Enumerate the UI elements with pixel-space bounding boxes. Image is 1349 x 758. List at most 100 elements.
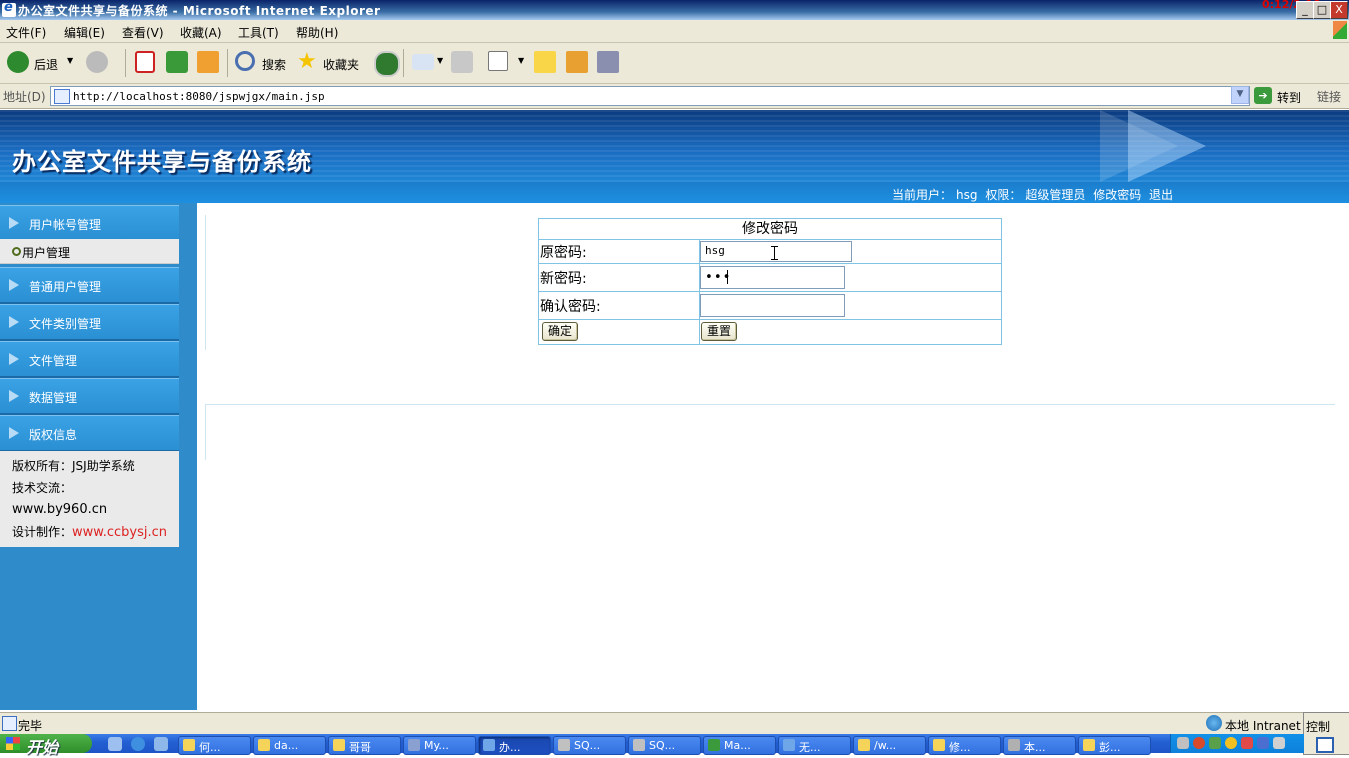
task-icon: [708, 739, 720, 751]
taskbar-button[interactable]: 修...: [928, 736, 1001, 755]
play-arrow-icon: [9, 316, 19, 328]
taskbar-button[interactable]: da...: [253, 736, 326, 755]
back-arrow-icon[interactable]: [7, 51, 29, 73]
task-label: SQ...: [574, 739, 601, 752]
old-password-value: hsg: [705, 244, 725, 257]
task-label: SQ...: [649, 739, 676, 752]
confirm-password-input[interactable]: [700, 294, 845, 317]
back-dropdown-icon[interactable]: ▼: [67, 56, 73, 65]
stop-icon[interactable]: [135, 51, 155, 73]
sidebar-item-copyright[interactable]: 版权信息: [0, 415, 179, 452]
menu-file[interactable]: 文件(F): [6, 24, 46, 41]
logout-link[interactable]: 退出: [1149, 188, 1173, 202]
address-input[interactable]: http://localhost:8080/jspwjgx/main.jsp: [50, 86, 1250, 106]
sidebar-item-files[interactable]: 文件管理: [0, 341, 179, 378]
search-button-label[interactable]: 搜索: [262, 56, 286, 73]
taskbar-button[interactable]: SQ...: [628, 736, 701, 755]
taskbar-button[interactable]: My...: [403, 736, 476, 755]
sidebar-subitem-label: 用户管理: [22, 246, 71, 260]
play-arrow-icon: [9, 279, 19, 291]
address-bar: 地址(D) http://localhost:8080/jspwjgx/main…: [0, 84, 1349, 109]
tray-app-icon[interactable]: [1209, 737, 1221, 749]
links-button[interactable]: 链接: [1317, 88, 1341, 105]
confirm-password-label: 确认密码:: [540, 299, 601, 315]
favorites-star-icon[interactable]: ★: [297, 51, 317, 73]
taskbar-button[interactable]: 哥哥: [328, 736, 401, 755]
copyright-site[interactable]: www.by960.cn: [12, 502, 107, 517]
back-button-label[interactable]: 后退: [34, 56, 58, 73]
window-title-bar[interactable]: 办公室文件共享与备份系统 - Microsoft Internet Explor…: [0, 0, 1349, 20]
tray-record-icon[interactable]: [1193, 737, 1205, 749]
sidebar-item-label: 用户帐号管理: [29, 218, 102, 232]
sidebar-item-normal-users[interactable]: 普通用户管理: [0, 267, 179, 304]
reset-button[interactable]: 重置: [701, 322, 737, 341]
favorites-button-label[interactable]: 收藏夹: [323, 56, 359, 73]
sidebar-item-label: 普通用户管理: [29, 280, 102, 294]
change-password-link[interactable]: 修改密码: [1093, 188, 1141, 202]
menu-help[interactable]: 帮助(H): [296, 24, 338, 41]
menu-edit[interactable]: 编辑(E): [64, 24, 105, 41]
search-icon[interactable]: [235, 51, 255, 71]
sidebar-item-data[interactable]: 数据管理: [0, 378, 179, 415]
taskbar-button[interactable]: Ma...: [703, 736, 776, 755]
page-done-icon: [2, 716, 17, 731]
tray-app-icon[interactable]: [1273, 737, 1285, 749]
windows-logo-icon: [6, 737, 20, 750]
tray-app-icon[interactable]: [1241, 737, 1253, 749]
minimize-button[interactable]: _: [1296, 1, 1314, 19]
close-button[interactable]: X: [1330, 1, 1348, 19]
tray-network-icon[interactable]: [1177, 737, 1189, 749]
task-icon: [408, 739, 420, 751]
submit-button[interactable]: 确定: [542, 322, 578, 341]
taskbar-button[interactable]: 彭...: [1078, 736, 1151, 755]
note-icon[interactable]: [534, 51, 556, 73]
sidebar-item-label: 文件类别管理: [29, 317, 102, 331]
taskbar-button[interactable]: 何...: [178, 736, 251, 755]
tray-app-icon[interactable]: [1257, 737, 1269, 749]
toolbar: 后退 ▼ 搜索 ★ 收藏夹 ▼ ▼: [0, 43, 1349, 84]
start-button[interactable]: 开始: [0, 734, 92, 757]
home-icon[interactable]: [197, 51, 219, 73]
maximize-button[interactable]: □: [1313, 1, 1331, 19]
history-icon[interactable]: [374, 51, 400, 77]
refresh-icon[interactable]: [166, 51, 188, 73]
quicklaunch-desktop-icon[interactable]: [154, 737, 168, 751]
print-icon[interactable]: [451, 51, 473, 73]
book-icon[interactable]: [566, 51, 588, 73]
sidebar-item-user-accounts[interactable]: 用户帐号管理: [0, 205, 179, 242]
copyright-tech: 技术交流：: [12, 481, 73, 495]
address-url[interactable]: http://localhost:8080/jspwjgx/main.jsp: [73, 90, 325, 103]
task-label: da...: [274, 739, 299, 752]
mail-dropdown-icon[interactable]: ▼: [437, 56, 443, 65]
design-site-link[interactable]: www.ccbysj.cn: [72, 525, 167, 540]
mail-icon[interactable]: [412, 54, 434, 70]
taskbar-button[interactable]: /w...: [853, 736, 926, 755]
taskbar-button[interactable]: 无...: [778, 736, 851, 755]
menu-favorites[interactable]: 收藏(A): [180, 24, 222, 41]
go-button-label[interactable]: 转到: [1277, 89, 1301, 106]
word-edit-icon[interactable]: [488, 51, 508, 71]
sidebar-item-file-categories[interactable]: 文件类别管理: [0, 304, 179, 341]
control-panel-label: 控制: [1306, 720, 1331, 734]
quicklaunch-explorer-icon[interactable]: [108, 737, 122, 751]
sidebar-item-label: 版权信息: [29, 428, 78, 442]
control-panel-window[interactable]: 控制: [1303, 712, 1349, 755]
new-password-input[interactable]: •••: [700, 266, 845, 289]
taskbar-button[interactable]: 本...: [1003, 736, 1076, 755]
task-icon: [1083, 739, 1095, 751]
sidebar-subitem-user-management[interactable]: 用户管理: [0, 239, 179, 264]
sidebar-item-label: 文件管理: [29, 354, 78, 368]
taskbar-button-active[interactable]: 办...: [478, 736, 551, 755]
taskbar-button[interactable]: SQ...: [553, 736, 626, 755]
forward-arrow-icon[interactable]: [86, 51, 108, 73]
menu-view[interactable]: 查看(V): [122, 24, 164, 41]
edit-dropdown-icon[interactable]: ▼: [518, 56, 524, 65]
status-text: 完毕: [18, 719, 43, 733]
research-icon[interactable]: [597, 51, 619, 73]
tray-qq-icon[interactable]: [1225, 737, 1237, 749]
menu-tools[interactable]: 工具(T): [238, 24, 279, 41]
quicklaunch-ie-icon[interactable]: [131, 737, 145, 751]
address-dropdown-icon[interactable]: ▼: [1231, 86, 1249, 104]
banner-chevron-decor: [1128, 110, 1206, 182]
go-arrow-icon[interactable]: ➔: [1254, 87, 1272, 104]
